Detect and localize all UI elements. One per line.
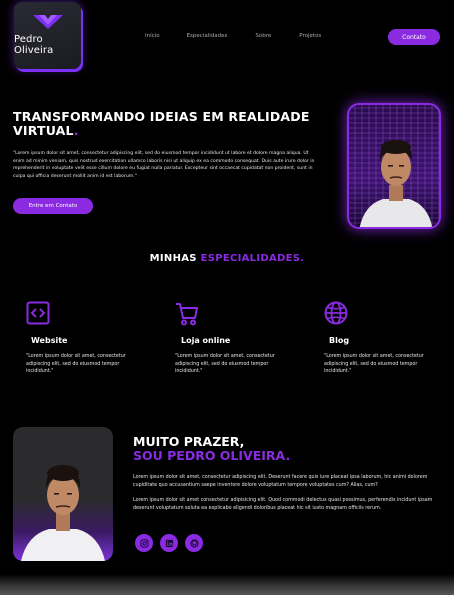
- hero-title-line1: TRANSFORMANDO IDEIAS EM REALIDADE: [13, 109, 310, 124]
- github-icon: [189, 538, 199, 548]
- about-paragraph-2: Lorem ipsum dolor sit amet consectetur a…: [133, 498, 433, 511]
- nav-item-sobre[interactable]: Sobre: [255, 33, 271, 39]
- hero-title-dot: .: [73, 123, 79, 138]
- hero-title: TRANSFORMANDO IDEIAS EM REALIDADE VIRTUA…: [13, 110, 313, 138]
- hero-photo: [347, 103, 441, 229]
- skill-label-website: Website: [31, 336, 68, 345]
- instagram-icon: [139, 538, 149, 548]
- contact-button[interactable]: Contato: [388, 29, 440, 45]
- footer-fade: [0, 574, 454, 595]
- logo[interactable]: Pedro Oliveira: [14, 2, 81, 69]
- skill-text-website: "Lorem ipsum dolor sit amet, consectetur…: [26, 354, 126, 375]
- nav-item-especialidades[interactable]: Especialidades: [187, 33, 228, 39]
- skill-label-loja-online: Loja online: [181, 336, 231, 345]
- hero-title-line2: VIRTUAL: [13, 123, 74, 138]
- specialties-title-purple: ESPECIALIDADES.: [200, 253, 305, 264]
- specialties-title-white: MINHAS: [149, 253, 201, 264]
- nav-item-projetos[interactable]: Projetos: [299, 33, 321, 39]
- linkedin-icon: [165, 539, 173, 547]
- skill-text-blog: "Lorem ipsum dolor sit amet, consectetur…: [324, 354, 424, 375]
- skill-label-blog: Blog: [329, 336, 350, 345]
- about-title-line1: MUITO PRAZER,: [133, 434, 245, 449]
- logo-text: Pedro Oliveira: [14, 34, 54, 56]
- skill-text-loja-online: "Lorem ipsum dolor sit amet, consectetur…: [175, 354, 275, 375]
- cart-icon: [176, 303, 198, 326]
- instagram-button[interactable]: [135, 534, 153, 552]
- about-photo: [13, 427, 113, 561]
- globe-icon: [324, 301, 348, 325]
- about-paragraph-1: Lorem ipsum dolor sit amet, consectetur …: [133, 475, 428, 488]
- specialties-title: MINHAS ESPECIALIDADES.: [0, 253, 454, 264]
- portrait-image: [359, 140, 433, 227]
- linkedin-button[interactable]: [160, 534, 178, 552]
- logo-mark-icon: [32, 15, 63, 29]
- about-title-line2: SOU PEDRO OLIVEIRA.: [133, 448, 291, 463]
- hero-text: "Lorem ipsum dolor sit amet, consectetur…: [13, 151, 315, 179]
- code-icon: [26, 301, 50, 325]
- nav-item-inicio[interactable]: Início: [145, 33, 160, 39]
- main-nav: Início Especialidades Sobre Projetos: [145, 33, 349, 39]
- about-title: MUITO PRAZER, SOU PEDRO OLIVEIRA.: [133, 435, 290, 463]
- github-button[interactable]: [185, 534, 203, 552]
- portrait-image: [21, 465, 105, 561]
- hero-contact-button[interactable]: Entre em Contato: [13, 198, 93, 214]
